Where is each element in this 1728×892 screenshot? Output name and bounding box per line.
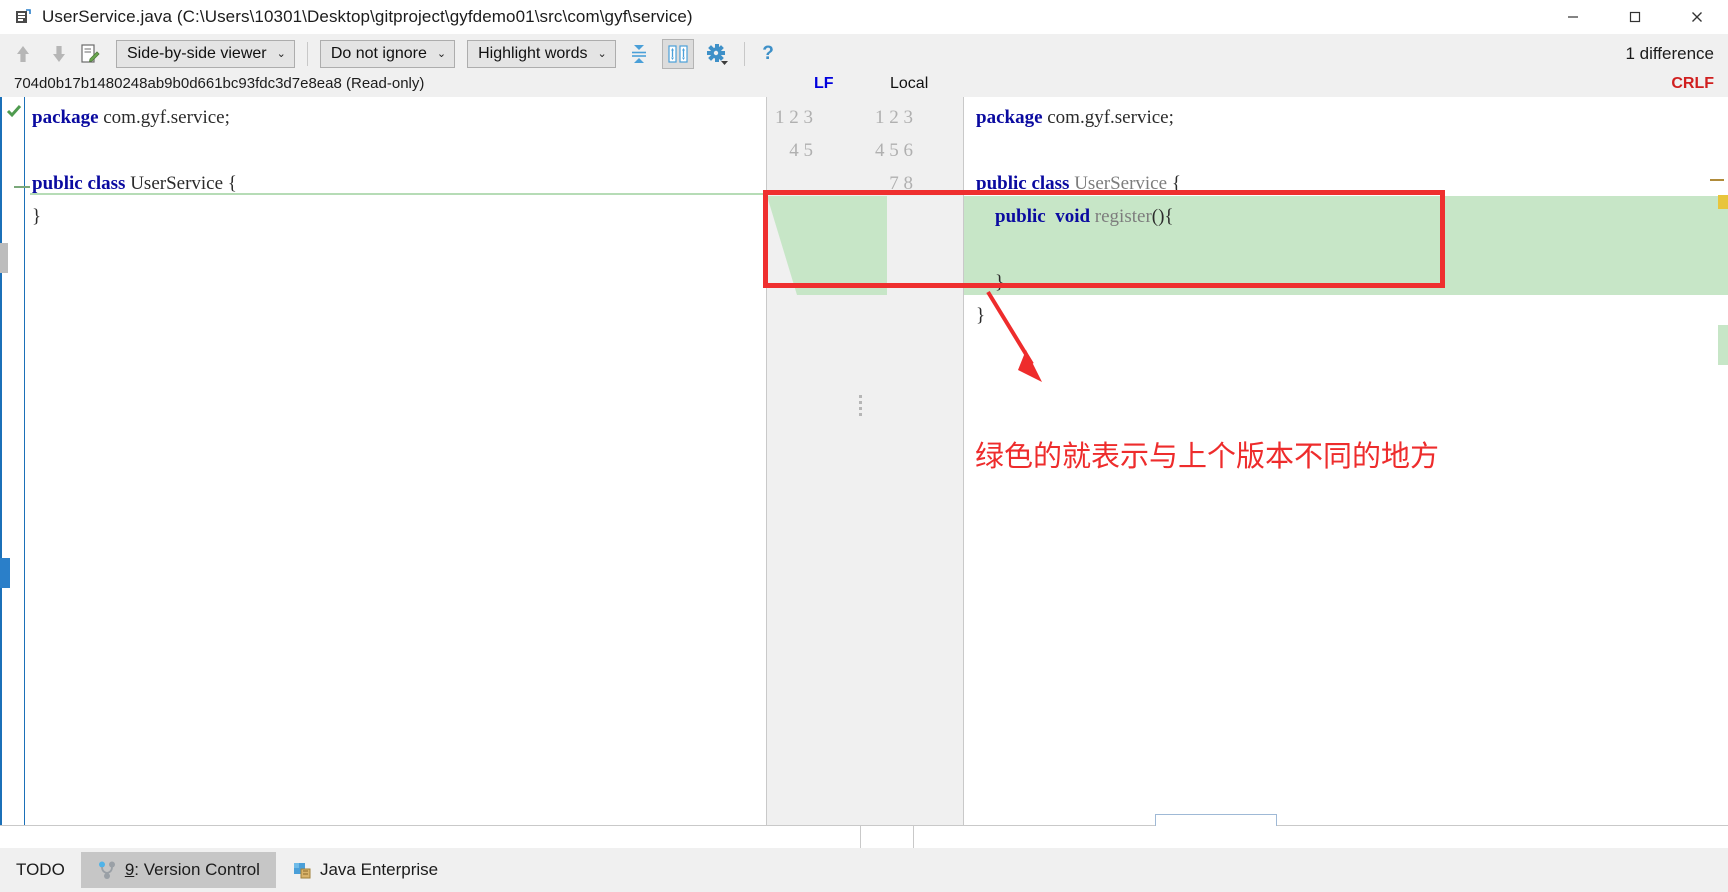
- diff-connector-wedge: [767, 196, 887, 295]
- difference-count-label: 1 difference: [1625, 44, 1714, 63]
- left-edge-rule: [0, 97, 2, 825]
- code-token: }: [32, 206, 42, 227]
- line-number: 5: [803, 140, 814, 161]
- code-token: (){: [1151, 206, 1174, 227]
- code-token: package: [976, 107, 1043, 128]
- minimize-button[interactable]: [1542, 0, 1604, 34]
- left-line-separator-label[interactable]: LF: [814, 75, 834, 93]
- branch-icon: [97, 860, 117, 880]
- status-item-label: TODO: [16, 860, 65, 879]
- ignore-policy-combo[interactable]: Do not ignore ⌄: [319, 39, 456, 68]
- diff-pane-area: package com.gyf.service; public class Us…: [0, 97, 1728, 825]
- viewer-mode-combo[interactable]: Side-by-side viewer ⌄: [116, 39, 295, 68]
- chevron-down-icon: ⌄: [436, 48, 447, 60]
- line-number: 1: [775, 107, 785, 128]
- close-button[interactable]: [1666, 0, 1728, 34]
- pane-resize-grip[interactable]: [859, 392, 865, 418]
- status-bar: TODO 9: Version Control Java Enterprise: [0, 848, 1728, 892]
- bottom-strip-segment: [0, 826, 861, 849]
- collapse-unchanged-icon[interactable]: [624, 40, 654, 68]
- line-number: 2: [789, 107, 799, 128]
- ignore-policy-label: Do not ignore: [330, 44, 427, 62]
- structure-marker-icon: [1710, 179, 1724, 181]
- right-line-separator-label[interactable]: CRLF: [1671, 75, 1714, 93]
- code-token: {: [1167, 173, 1181, 194]
- code-token: com.gyf.service;: [1042, 107, 1174, 128]
- status-item-todo[interactable]: TODO: [0, 852, 81, 888]
- right-pane-title: Local: [890, 75, 929, 92]
- synchronize-scroll-icon[interactable]: [661, 38, 694, 69]
- status-item-label: : Version Control: [134, 860, 260, 879]
- scrollbar-marker-change[interactable]: [1718, 325, 1728, 365]
- line-number: 5: [889, 140, 899, 161]
- line-number: 7: [889, 173, 899, 194]
- gear-icon[interactable]: [702, 40, 732, 68]
- annotation-text: 绿色的就表示与上个版本不同的地方: [975, 439, 1440, 473]
- code-token: UserService {: [125, 173, 237, 194]
- java-file-icon: [14, 8, 32, 26]
- toolbar-separator: [743, 41, 745, 66]
- left-diff-pane[interactable]: package com.gyf.service; public class Us…: [0, 97, 767, 825]
- diff-viewer-window: UserService.java (C:\Users\10301\Desktop…: [0, 0, 1728, 892]
- toolbar-separator: [306, 41, 308, 66]
- bottom-strip: [0, 826, 1728, 849]
- bottom-strip-segment: [861, 826, 914, 849]
- arrow-down-icon[interactable]: [46, 41, 72, 67]
- diff-toolbar: Side-by-side viewer ⌄ Do not ignore ⌄ Hi…: [0, 34, 1728, 73]
- code-token: public class: [32, 173, 126, 194]
- fold-marker-icon[interactable]: [14, 186, 30, 188]
- viewer-mode-label: Side-by-side viewer: [127, 44, 267, 62]
- left-gutter-rule: [24, 97, 25, 825]
- chevron-down-icon: ⌄: [597, 48, 607, 60]
- left-edge-marker: [0, 243, 8, 273]
- help-question-icon[interactable]: ?: [753, 40, 783, 68]
- revision-hash-label: 704d0b17b1480248ab9b0d661bc93fdc3d7e8ea8…: [14, 75, 425, 92]
- window-title: UserService.java (C:\Users\10301\Desktop…: [42, 7, 693, 26]
- line-number: 4: [875, 140, 885, 161]
- bottom-strip-segment: [914, 826, 1728, 849]
- window-controls: [1542, 0, 1728, 34]
- maximize-button[interactable]: [1604, 0, 1666, 34]
- arrow-up-icon[interactable]: [10, 41, 36, 67]
- line-number: 2: [889, 107, 899, 128]
- code-token: public class: [976, 173, 1070, 194]
- title-bar: UserService.java (C:\Users\10301\Desktop…: [0, 0, 1728, 35]
- highlight-mode-combo[interactable]: Highlight words ⌄: [467, 39, 616, 68]
- code-token: }: [976, 305, 986, 326]
- line-number: 8: [903, 173, 914, 194]
- edit-source-icon[interactable]: [76, 41, 104, 67]
- scrollbar-marker-warning[interactable]: [1718, 195, 1728, 209]
- left-line-numbers: 1 2 3 4 5: [767, 101, 813, 167]
- code-token: com.gyf.service;: [98, 107, 230, 128]
- code-token: UserService: [1074, 173, 1168, 194]
- status-item-version-control[interactable]: 9: Version Control: [80, 852, 276, 888]
- status-item-label: Java Enterprise: [319, 860, 439, 879]
- line-number: 4: [789, 140, 799, 161]
- code-token: }: [976, 272, 1005, 293]
- code-token: public void: [976, 206, 1091, 227]
- highlight-mode-label: Highlight words: [478, 44, 588, 62]
- svg-text:?: ?: [762, 43, 774, 64]
- line-number: 3: [903, 107, 914, 128]
- right-code-content: package com.gyf.service; public class Us…: [976, 101, 1181, 332]
- right-line-numbers: 1 2 3 4 5 6 7 8: [867, 101, 913, 200]
- code-token: register: [1094, 206, 1152, 227]
- left-edge-selection: [0, 558, 10, 588]
- line-number: 6: [903, 140, 914, 161]
- java-enterprise-icon: [292, 860, 312, 880]
- revision-header: 704d0b17b1480248ab9b0d661bc93fdc3d7e8ea8…: [0, 73, 1728, 97]
- left-code-content: package com.gyf.service; public class Us…: [32, 101, 237, 233]
- green-check-icon: [6, 103, 22, 119]
- line-number: 3: [803, 107, 814, 128]
- code-token: package: [32, 107, 99, 128]
- line-number: 1: [875, 107, 885, 128]
- status-item-java-enterprise[interactable]: Java Enterprise: [276, 852, 454, 888]
- status-item-shortcut: 9: [124, 860, 135, 879]
- chevron-down-icon: ⌄: [276, 48, 286, 60]
